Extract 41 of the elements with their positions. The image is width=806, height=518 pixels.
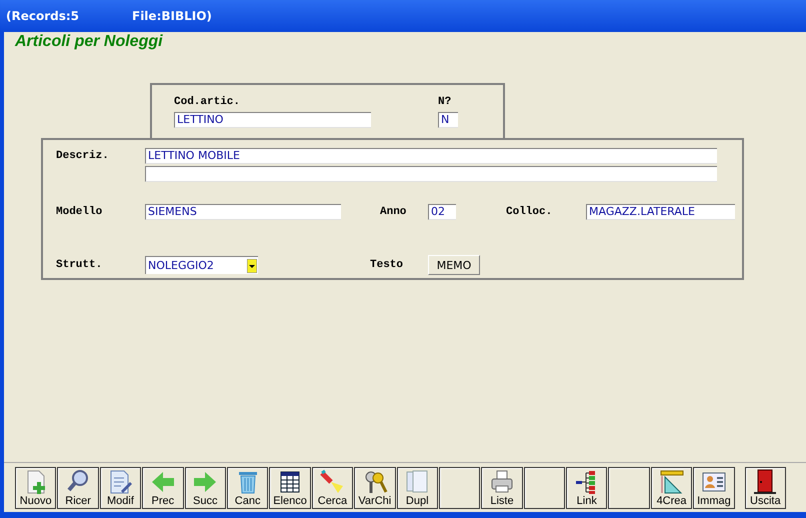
toolbar-button[interactable]: Elenco <box>269 466 311 508</box>
input-field[interactable]: 02 <box>428 204 456 220</box>
field-label: Colloc. <box>506 206 554 218</box>
input-field[interactable]: N <box>438 112 458 128</box>
form-title: Articoli per Noleggi <box>14 32 164 51</box>
window-title: (Records:5 <box>6 9 80 23</box>
toolbar-button[interactable]: Prec <box>142 466 184 508</box>
input-field[interactable]: LETTINO MOBILE <box>145 148 717 164</box>
printer-icon <box>488 468 515 494</box>
toolbar-button[interactable]: 4Crea <box>650 466 692 508</box>
flashlight-icon <box>319 468 346 494</box>
toolbar-button[interactable]: Succ <box>184 466 226 508</box>
toolbar-button[interactable]: Uscita <box>744 466 786 508</box>
toolbar-button[interactable]: Dupl <box>396 466 438 508</box>
toolbar-button[interactable]: Immag <box>693 466 735 508</box>
input-field[interactable]: LETTINO <box>174 112 371 128</box>
field-label: Anno <box>380 206 408 218</box>
ruler-triangle-icon <box>658 468 685 494</box>
field-label: Strutt. <box>56 259 104 271</box>
input-field[interactable] <box>145 166 717 182</box>
toolbar-button[interactable]: Canc <box>226 466 268 508</box>
field-label: N? <box>438 96 452 110</box>
field-label: Cod.artic. <box>174 96 242 110</box>
field-label: Modello <box>56 206 104 218</box>
toolbar-button[interactable]: Link <box>566 466 608 508</box>
toolbar-button[interactable]: VarChi <box>354 466 396 508</box>
toolbar-button[interactable]: Cerca <box>312 466 354 508</box>
input-field[interactable]: MAGAZZ.LATERALE <box>586 204 735 220</box>
dropdown-arrow-icon[interactable] <box>247 258 257 272</box>
field-label: Descriz. <box>56 149 110 162</box>
copy-icon <box>404 468 430 494</box>
dropdown[interactable]: NOLEGGIO2 <box>145 256 258 274</box>
toolbar-button[interactable]: Nuovo <box>15 466 56 508</box>
toolbar-button[interactable]: Liste <box>481 466 523 508</box>
memo-button[interactable]: MEMO <box>428 255 480 275</box>
toolbar-button[interactable]: Ricer <box>57 466 99 508</box>
field-label: Testo <box>370 259 404 271</box>
input-field[interactable]: SIEMENS <box>145 204 341 220</box>
door-icon <box>752 468 778 494</box>
toolbar-button[interactable]: Modif <box>100 466 142 508</box>
window-title: File:BIBLIO) <box>132 9 212 23</box>
